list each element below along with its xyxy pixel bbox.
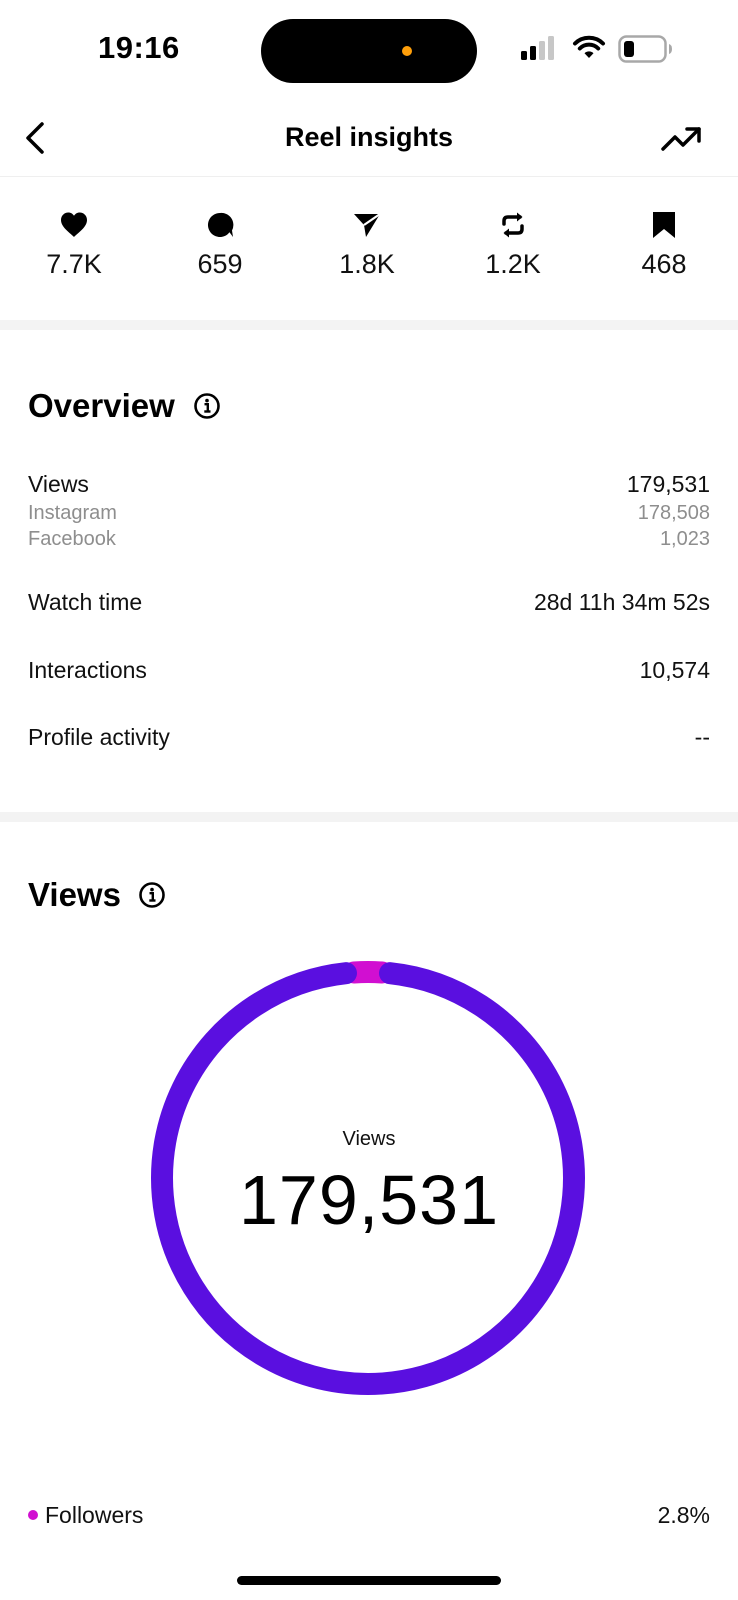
- watch-time-label: Watch time: [28, 589, 143, 615]
- reposts-count: 1.2K: [485, 249, 541, 279]
- dynamic-island: [261, 19, 477, 83]
- section-divider: [0, 812, 738, 822]
- followers-legend-dot: [28, 1510, 38, 1520]
- followers-legend-value: 2.8%: [657, 1502, 710, 1528]
- home-indicator[interactable]: [237, 1576, 501, 1585]
- interactions-value: 10,574: [639, 657, 710, 683]
- share-icon: [354, 213, 381, 237]
- followers-legend-label: Followers: [45, 1502, 144, 1528]
- likes-metric: 7.7K: [14, 200, 134, 280]
- trending-up-icon[interactable]: [660, 122, 704, 156]
- saves-count: 468: [641, 249, 687, 279]
- comments-metric: 659: [160, 200, 280, 280]
- battery-icon: [618, 35, 672, 63]
- instagram-value: 178,508: [637, 502, 710, 524]
- status-time: 19:16: [98, 30, 180, 65]
- watch-time-value: 28d 11h 34m 52s: [533, 589, 710, 615]
- section-divider: [0, 320, 738, 330]
- bookmark-icon: [653, 212, 675, 238]
- overview-title: Overview: [28, 387, 175, 424]
- engagement-metrics: 7.7K 659 1.8K 1.2K 468: [0, 200, 738, 300]
- heart-icon: [61, 212, 87, 237]
- comments-count: 659: [197, 249, 243, 279]
- reposts-metric: 1.2K: [453, 200, 573, 280]
- saves-metric: 468: [604, 200, 724, 280]
- wifi-icon: [573, 35, 605, 58]
- shares-metric: 1.8K: [307, 200, 427, 280]
- privacy-indicator-dot: [402, 46, 412, 56]
- facebook-label: Facebook: [28, 528, 116, 550]
- donut-center-value: 179,531: [238, 1161, 500, 1239]
- comment-icon: [207, 212, 234, 237]
- donut-center-label: Views: [342, 1128, 396, 1150]
- views-info-icon[interactable]: [138, 881, 166, 909]
- facebook-value: 1,023: [659, 528, 710, 550]
- page-title: Reel insights: [284, 122, 454, 152]
- likes-count: 7.7K: [46, 249, 102, 279]
- cellular-signal-icon: [521, 36, 554, 60]
- views-value: 179,531: [626, 471, 710, 497]
- profile-activity-value: --: [694, 724, 710, 750]
- repost-icon: [502, 212, 524, 238]
- overview-info-icon[interactable]: [193, 392, 221, 420]
- instagram-label: Instagram: [28, 502, 117, 524]
- profile-activity-label: Profile activity: [28, 724, 170, 750]
- views-section-title: Views: [28, 876, 121, 913]
- status-bar: 19:16: [0, 0, 738, 100]
- views-label: Views: [28, 471, 89, 497]
- navigation-bar: Reel insights: [0, 100, 738, 177]
- shares-count: 1.8K: [339, 249, 395, 279]
- interactions-label: Interactions: [28, 657, 147, 683]
